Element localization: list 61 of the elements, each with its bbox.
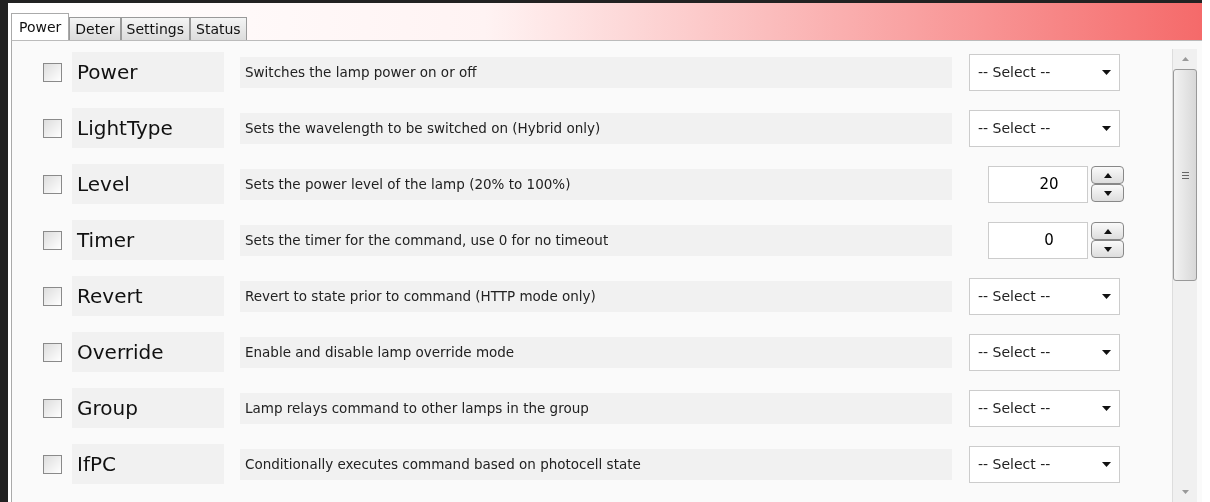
checkbox[interactable]: [43, 174, 62, 194]
command-description: Sets the wavelength to be switched on (Hybrid only): [240, 112, 952, 144]
decrement-button[interactable]: [1091, 184, 1124, 202]
command-description: Revert to state prior to command (HTTP mode only): [240, 280, 952, 312]
command-name: IfPC: [72, 444, 224, 484]
scrollbar-thumb[interactable]: [1173, 69, 1197, 281]
command-name: LightType: [72, 108, 224, 148]
grip-icon: [1181, 171, 1189, 179]
select-dropdown[interactable]: -- Select --: [969, 445, 1120, 483]
increment-button[interactable]: [1091, 222, 1124, 240]
command-name: Revert: [72, 276, 224, 316]
command-description: Enable and disable lamp override mode: [240, 336, 952, 368]
dropdown-value: -- Select --: [978, 64, 1051, 80]
select-dropdown[interactable]: -- Select --: [969, 53, 1120, 91]
caret-icon: [1102, 461, 1111, 467]
command-description: Switches the lamp power on or off: [240, 56, 952, 88]
checkbox[interactable]: [43, 342, 62, 362]
checkbox[interactable]: [43, 62, 62, 82]
dropdown-value: -- Select --: [978, 120, 1051, 136]
scroll-down-arrow-icon: [1181, 490, 1189, 494]
select-dropdown[interactable]: -- Select --: [969, 277, 1120, 315]
command-description: Sets the power level of the lamp (20% to 100%): [240, 168, 952, 200]
checkbox[interactable]: [43, 454, 62, 474]
command-description: Lamp relays command to other lamps in the group: [240, 392, 952, 424]
dropdown-value: -- Select --: [978, 456, 1051, 472]
checkbox[interactable]: [43, 118, 62, 138]
command-description: Sets the timer for the command, use 0 for no timeout: [240, 224, 952, 256]
select-dropdown[interactable]: -- Select --: [969, 109, 1120, 147]
caret-icon: [1102, 405, 1111, 411]
caret-icon: [1102, 125, 1111, 131]
select-dropdown[interactable]: -- Select --: [969, 333, 1120, 371]
dropdown-value: -- Select --: [978, 288, 1051, 304]
command-name: Override: [72, 332, 224, 372]
checkbox[interactable]: [43, 230, 62, 250]
checkbox[interactable]: [43, 398, 62, 418]
down-triangle-icon: [1103, 190, 1112, 196]
select-dropdown[interactable]: -- Select --: [969, 389, 1120, 427]
caret-icon: [1102, 293, 1111, 299]
checkbox[interactable]: [43, 286, 62, 306]
tab[interactable]: Power: [11, 13, 70, 40]
dropdown-value: -- Select --: [978, 400, 1051, 416]
command-name: Timer: [72, 220, 224, 260]
number-field[interactable]: 0: [988, 221, 1088, 259]
tab[interactable]: Status: [190, 17, 247, 40]
number-field[interactable]: 20: [988, 165, 1088, 203]
command-name: Level: [72, 164, 224, 204]
scroll-up-arrow-icon: [1181, 57, 1189, 61]
tab[interactable]: Deter: [69, 17, 121, 40]
caret-icon: [1102, 69, 1111, 75]
command-name: Group: [72, 388, 224, 428]
up-triangle-icon: [1103, 228, 1112, 234]
tab[interactable]: Settings: [120, 17, 190, 40]
up-triangle-icon: [1103, 172, 1112, 178]
increment-button[interactable]: [1091, 166, 1124, 184]
decrement-button[interactable]: [1091, 240, 1124, 258]
command-description: Conditionally executes command based on photocell state: [240, 448, 952, 480]
vertical-scrollbar[interactable]: [1172, 49, 1197, 502]
command-name: Power: [72, 52, 224, 92]
caret-icon: [1102, 349, 1111, 355]
down-triangle-icon: [1103, 246, 1112, 252]
dropdown-value: -- Select --: [978, 344, 1051, 360]
